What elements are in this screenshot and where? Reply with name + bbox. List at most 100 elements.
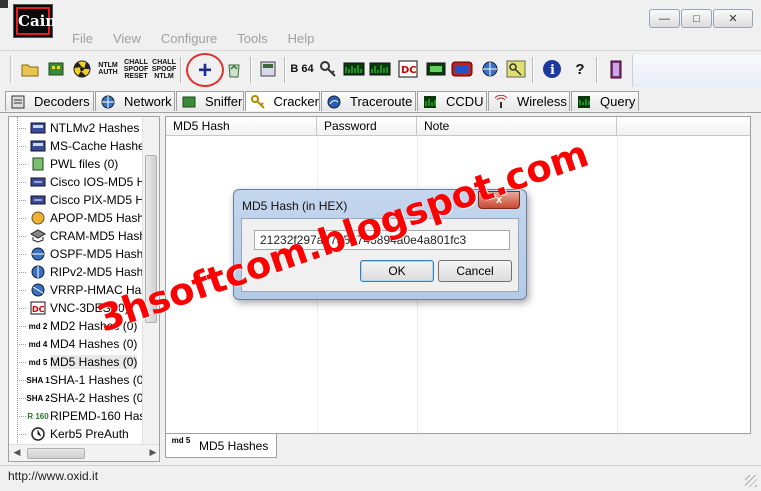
tab-ccdu-label: CCDU	[446, 94, 484, 109]
svg-text:DC: DC	[401, 65, 417, 76]
tree-item-label: PWL files (0)	[50, 157, 119, 171]
dc-tool-icon[interactable]: DC	[396, 57, 420, 81]
traceroute-icon	[326, 94, 342, 110]
help-icon[interactable]: ?	[568, 57, 592, 81]
menu-tools[interactable]: Tools	[227, 30, 277, 48]
tab-query-label: Query	[600, 94, 636, 109]
tab-query[interactable]: Query	[571, 91, 639, 111]
decoders-icon	[10, 94, 26, 110]
scroll-right-arrow-icon[interactable]: ▶	[147, 447, 159, 459]
tree-item[interactable]: SHA 2 SHA-2 Hashes (0)	[9, 389, 147, 407]
sniffer-card-icon[interactable]	[44, 57, 68, 81]
tab-ccdu[interactable]: CCDU	[417, 91, 487, 111]
tab-traceroute[interactable]: Traceroute	[321, 91, 416, 111]
minimize-button[interactable]: —	[649, 9, 680, 28]
base64-icon[interactable]: B 64	[290, 57, 314, 81]
tab-decoders[interactable]: Decoders	[5, 91, 94, 111]
tree-item[interactable]: OSPF-MD5 Hashe	[9, 245, 150, 263]
app-window: Cain — □ ✕ File View Configure Tools Hel…	[0, 0, 761, 491]
tree-item[interactable]: Kerb5 PreAuth	[9, 425, 129, 443]
tab-cracker[interactable]: Cracker	[245, 91, 320, 111]
grid-line	[617, 136, 618, 433]
toolbar-separator	[284, 57, 286, 83]
cisco-router-icon	[30, 174, 46, 190]
bottom-tab-label: MD5 Hashes	[199, 438, 269, 453]
query-icon	[576, 94, 592, 110]
tab-sniffer[interactable]: Sniffer	[176, 91, 244, 111]
tape-icon[interactable]	[450, 57, 474, 81]
network-globe-icon[interactable]	[478, 57, 502, 81]
tree-item-label: CRAM-MD5 Hash	[50, 229, 147, 243]
menu-help[interactable]: Help	[278, 30, 325, 48]
tree-item[interactable]: NTLMv2 Hashes (	[9, 119, 147, 137]
column-note[interactable]: Note	[417, 117, 617, 136]
ok-button[interactable]: OK	[360, 260, 434, 282]
menu-configure[interactable]: Configure	[151, 30, 227, 48]
tab-wireless[interactable]: Wireless	[488, 91, 570, 111]
svg-text:i: i	[550, 63, 555, 78]
tree-item-label: SHA-2 Hashes (0)	[50, 391, 148, 405]
key-tool-icon[interactable]	[316, 57, 340, 81]
tree-item-label: NTLMv2 Hashes (	[50, 121, 147, 135]
toolbar-separator	[180, 57, 182, 83]
tree-item[interactable]: PWL files (0)	[9, 155, 118, 173]
pwl-file-icon	[30, 156, 46, 172]
radiation-icon[interactable]	[70, 57, 94, 81]
tree-horizontal-scrollbar[interactable]: ◀ ▶	[9, 444, 159, 461]
tab-network-label: Network	[124, 94, 172, 109]
toolbar-empty-area	[632, 55, 761, 87]
tab-decoders-label: Decoders	[34, 94, 90, 109]
ntlm-auth-icon[interactable]: NTLM AUTH	[96, 57, 120, 81]
info-icon[interactable]: i	[540, 57, 564, 81]
close-button[interactable]: ✕	[713, 9, 753, 28]
toolbar: NTLM AUTH CHALL SPOOF RESET CHALL SPOOF …	[0, 50, 761, 88]
monitor-icon[interactable]	[424, 57, 448, 81]
hash-calculator-icon[interactable]	[256, 57, 280, 81]
resize-grip[interactable]	[745, 475, 757, 487]
key-yellow-icon[interactable]	[504, 57, 528, 81]
tab-bar: Decoders Network Sniffer Cracker Tracero…	[0, 89, 761, 113]
menu-file[interactable]: File	[62, 30, 103, 48]
tree-horizontal-scroll-thumb[interactable]	[27, 448, 85, 459]
open-folder-icon[interactable]	[18, 57, 42, 81]
tree-item-selected[interactable]: md 5 MD5 Hashes (0)	[9, 353, 138, 371]
add-plus-icon[interactable]: +	[186, 53, 224, 87]
maximize-button[interactable]: □	[681, 9, 712, 28]
md5-hashes-bottom-tab[interactable]: md 5 MD5 Hashes	[165, 434, 277, 458]
tree-item[interactable]: CRAM-MD5 Hash	[9, 227, 146, 245]
cancel-button[interactable]: Cancel	[438, 260, 512, 282]
md4-icon: md 4	[28, 339, 48, 349]
menu-view[interactable]: View	[103, 30, 151, 48]
toolbar-separator	[532, 57, 534, 83]
column-password[interactable]: Password	[317, 117, 417, 136]
scroll-left-arrow-icon[interactable]: ◀	[11, 447, 23, 459]
md2-icon: md 2	[28, 321, 48, 331]
toolbar-separator	[250, 57, 252, 83]
cram-icon	[30, 228, 46, 244]
signal-green-2-icon[interactable]	[368, 57, 392, 81]
toolbar-grip[interactable]	[10, 55, 13, 83]
column-md5-hash[interactable]: MD5 Hash	[166, 117, 317, 136]
tree-item[interactable]: Cisco IOS-MD5 H	[9, 173, 145, 191]
sniffer-icon	[181, 94, 197, 110]
vrrp-icon	[30, 282, 46, 298]
tree-item-label: APOP-MD5 Hashe	[50, 211, 151, 225]
system-menu-icon[interactable]	[0, 0, 8, 8]
status-bar: http://www.oxid.it	[0, 465, 761, 491]
tab-network[interactable]: Network	[95, 91, 175, 111]
cain-logo: Cain	[13, 4, 56, 38]
recycle-icon[interactable]	[222, 57, 246, 81]
tree-item[interactable]: Cisco PIX-MD5 H	[9, 191, 144, 209]
tree-item[interactable]: SHA 1 SHA-1 Hashes (0)	[9, 371, 147, 389]
chall-spoof-reset-icon[interactable]: CHALL SPOOF RESET	[124, 57, 149, 81]
ms-cache-icon	[30, 138, 46, 154]
tree-item[interactable]: md 4 MD4 Hashes (0)	[9, 335, 137, 353]
tree-item[interactable]: R 160 RIPEMD-160 Hash	[9, 407, 152, 425]
chall-spoof-ntlm-icon[interactable]: CHALL SPOOF NTLM	[152, 57, 177, 81]
cracker-key-icon	[250, 94, 265, 110]
tree-item[interactable]: APOP-MD5 Hashe	[9, 209, 151, 227]
signal-green-icon[interactable]	[342, 57, 366, 81]
tree-item[interactable]: MS-Cache Hashes	[9, 137, 151, 155]
tree-item[interactable]: RIPv2-MD5 Hashe	[9, 263, 150, 281]
exit-door-icon[interactable]	[604, 57, 628, 81]
